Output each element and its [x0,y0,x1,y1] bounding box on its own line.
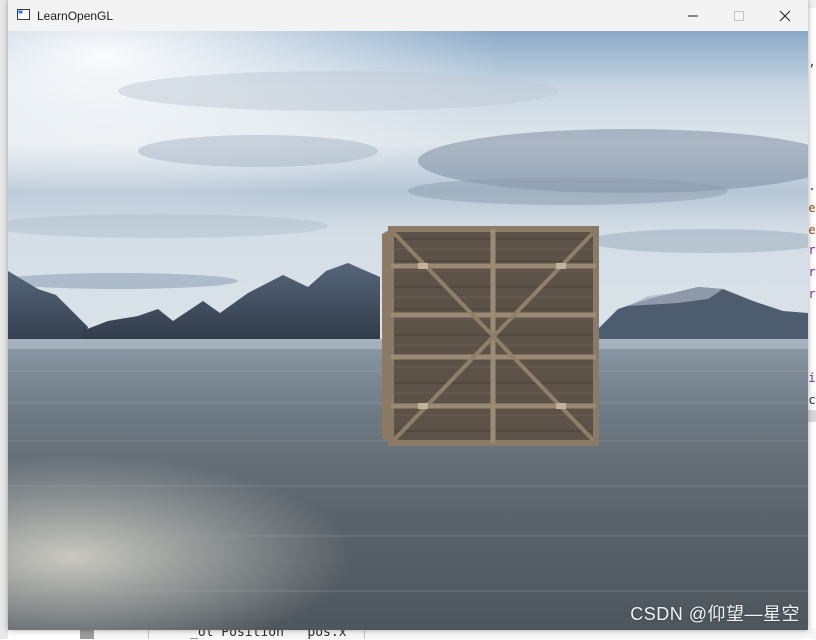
editor-scroll-strip [808,410,816,422]
editor-fragment: . [808,179,816,193]
editor-fragment: r [808,243,816,257]
editor-fragment: c [808,393,816,407]
editor-fragment: e [808,223,816,237]
minimize-button[interactable] [670,0,716,31]
editor-fragment: , [808,55,816,69]
editor-fragment: e [808,201,816,215]
close-icon [779,10,791,22]
editor-left-gutter [0,0,8,639]
title-bar[interactable]: LearnOpenGL [8,0,808,31]
maximize-button[interactable] [716,0,762,31]
minimize-icon [688,15,698,17]
csdn-watermark: CSDN @仰望—星空 [630,604,800,624]
editor-fragment: i [808,371,816,385]
app-window-icon [17,9,30,20]
maximize-icon [734,11,744,21]
window-title: LearnOpenGL [37,9,114,23]
opengl-render-viewport[interactable]: CSDN @仰望—星空 [8,31,808,630]
editor-fragment: r [808,287,816,301]
close-button[interactable] [762,0,808,31]
learnopengl-window[interactable]: LearnOpenGL CSDN @仰望—星空 [8,0,808,630]
skybox-scene [8,31,808,630]
wooden-crate [388,226,599,446]
editor-fragment: r [808,265,816,279]
